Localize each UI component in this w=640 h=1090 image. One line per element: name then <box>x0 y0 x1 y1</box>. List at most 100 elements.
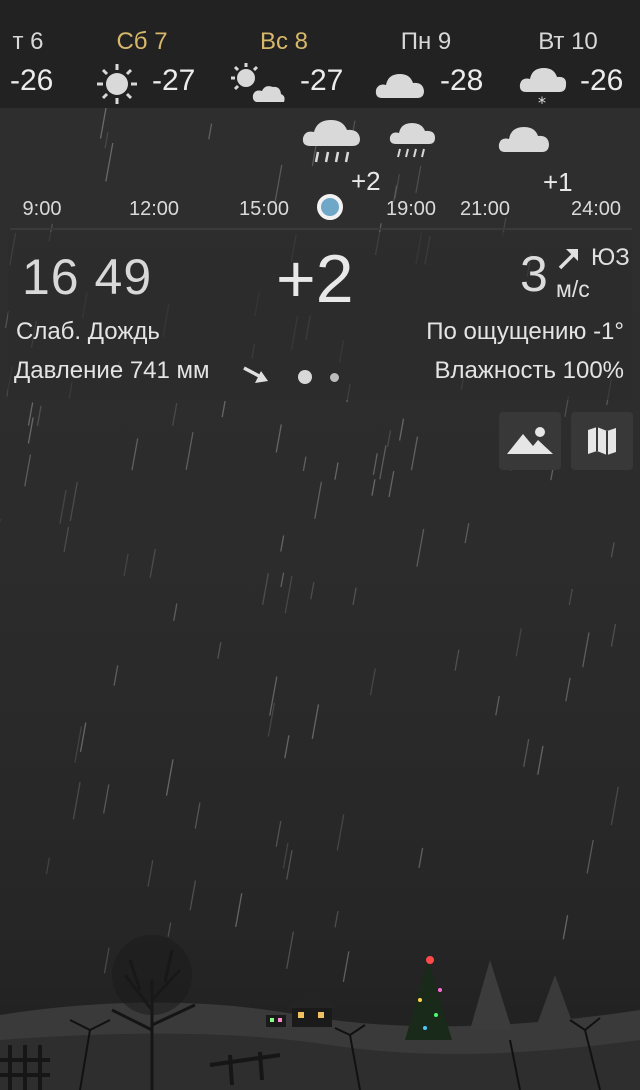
hour-label: 15:00 <box>238 198 290 220</box>
rain-streak <box>123 553 129 577</box>
rain-streak <box>610 542 615 558</box>
rain-streak <box>586 839 594 874</box>
landscape-button[interactable] <box>499 412 561 470</box>
rain-streak <box>418 847 424 868</box>
rain-streak <box>147 860 154 887</box>
rain-streak <box>24 454 32 487</box>
rain-streak <box>282 842 289 869</box>
rain-streak <box>113 665 119 686</box>
rain-streak <box>74 726 83 763</box>
rain-streak <box>69 481 78 521</box>
rain-streak <box>173 603 178 621</box>
forecast-day[interactable]: Вс 8 -27 <box>204 28 364 108</box>
rain-streak <box>45 857 51 874</box>
rain-streak <box>352 587 357 606</box>
page-dot-active[interactable] <box>298 370 312 384</box>
landscape-icon <box>507 427 553 454</box>
wind-arrow-icon <box>558 249 578 270</box>
rain-streak <box>310 582 315 600</box>
rain-streak <box>280 572 285 588</box>
hourly-temp: +2 <box>351 166 381 196</box>
map-icon <box>588 427 616 455</box>
rain-streak <box>131 438 139 471</box>
pressure-trend-icon <box>243 366 268 383</box>
rain-streak <box>568 588 573 606</box>
current-time-marker[interactable] <box>317 194 343 220</box>
rain-streak <box>284 735 290 759</box>
rain-streak <box>610 786 619 826</box>
forecast-day[interactable]: Сб 7 -27 <box>62 28 222 108</box>
rain-streak <box>311 704 320 739</box>
rain-streak <box>415 165 422 193</box>
cloud-rain-icon <box>302 120 360 163</box>
cloud-icon <box>498 127 549 152</box>
house-icon <box>266 990 336 1027</box>
rain-streak <box>515 628 522 657</box>
day-temp: -26 <box>10 64 54 97</box>
pressure: Давление 741 мм <box>14 357 210 384</box>
rain-streak <box>386 430 392 447</box>
forecast-day[interactable]: Пн 9 -28 <box>346 28 506 108</box>
hour-label: 21:00 <box>459 198 511 220</box>
page-dot[interactable] <box>330 373 339 382</box>
day-temp: -28 <box>440 64 484 97</box>
rain-streak <box>369 668 376 696</box>
day-temp: -27 <box>152 64 196 97</box>
cloud-snow-icon: * <box>519 68 567 110</box>
rain-streak <box>275 424 282 453</box>
rain-streak <box>149 548 156 578</box>
day-label: Пн 9 <box>400 28 452 55</box>
hour-label: 24:00 <box>570 198 622 220</box>
daily-forecast[interactable]: т 6 -26 Сб 7 -27 Вс 8 -27 Пн 9 -28 Вт 10… <box>0 0 640 110</box>
rain-streak <box>314 481 323 519</box>
hour-label: 12:00 <box>128 198 180 220</box>
cloud-rain-icon <box>389 123 435 158</box>
wind-speed: 3 <box>520 246 548 302</box>
day-label: Вс 8 <box>259 28 309 55</box>
rain-streak <box>286 850 293 880</box>
sun-icon <box>97 64 137 104</box>
rain-streak <box>185 432 194 470</box>
rain-streak <box>194 802 201 829</box>
rain-streak <box>104 132 109 149</box>
rain-streak <box>582 632 590 668</box>
rain-streak <box>410 436 419 471</box>
day-label: Сб 7 <box>116 28 168 55</box>
wind-unit: м/с <box>556 276 590 302</box>
rain-streak <box>172 403 178 426</box>
rain-streak <box>262 573 269 605</box>
rain-streak <box>72 782 81 820</box>
condition-text: Слаб. Дождь <box>16 318 160 345</box>
hour-label: 9:00 <box>22 198 62 220</box>
clock-time: 16 49 <box>22 249 153 305</box>
sun-cloud-icon <box>231 63 285 102</box>
rain-streak <box>36 405 42 426</box>
rain-streak <box>379 445 387 480</box>
rain-streak <box>105 142 114 182</box>
day-label: Вт 10 <box>538 28 598 55</box>
hourly-temp: +1 <box>543 167 573 197</box>
map-button[interactable] <box>571 412 633 470</box>
forecast-day[interactable]: Вт 10 * -26 <box>488 28 640 110</box>
winter-scene <box>0 935 640 1090</box>
rain-streak <box>454 649 460 671</box>
cloud-icon <box>375 74 424 98</box>
wind-direction: ЮЗ <box>591 244 630 271</box>
rain-streak <box>394 174 401 199</box>
rain-streak <box>523 739 530 767</box>
rain-streak <box>388 470 395 498</box>
rain-streak <box>371 479 376 496</box>
divider <box>10 228 632 230</box>
rain-streak <box>221 400 226 418</box>
humidity: Влажность 100% <box>434 357 624 384</box>
current-temperature: +2 <box>276 241 354 317</box>
rain-streak <box>189 880 197 911</box>
hour-label: 19:00 <box>385 198 437 220</box>
rain-streak <box>336 814 345 851</box>
rain-streak <box>102 784 110 814</box>
rain-streak <box>537 745 544 775</box>
rain-streak <box>334 462 339 480</box>
rain-streak <box>610 623 617 647</box>
rain-streak <box>398 418 405 441</box>
christmas-tree-icon <box>405 956 452 1040</box>
